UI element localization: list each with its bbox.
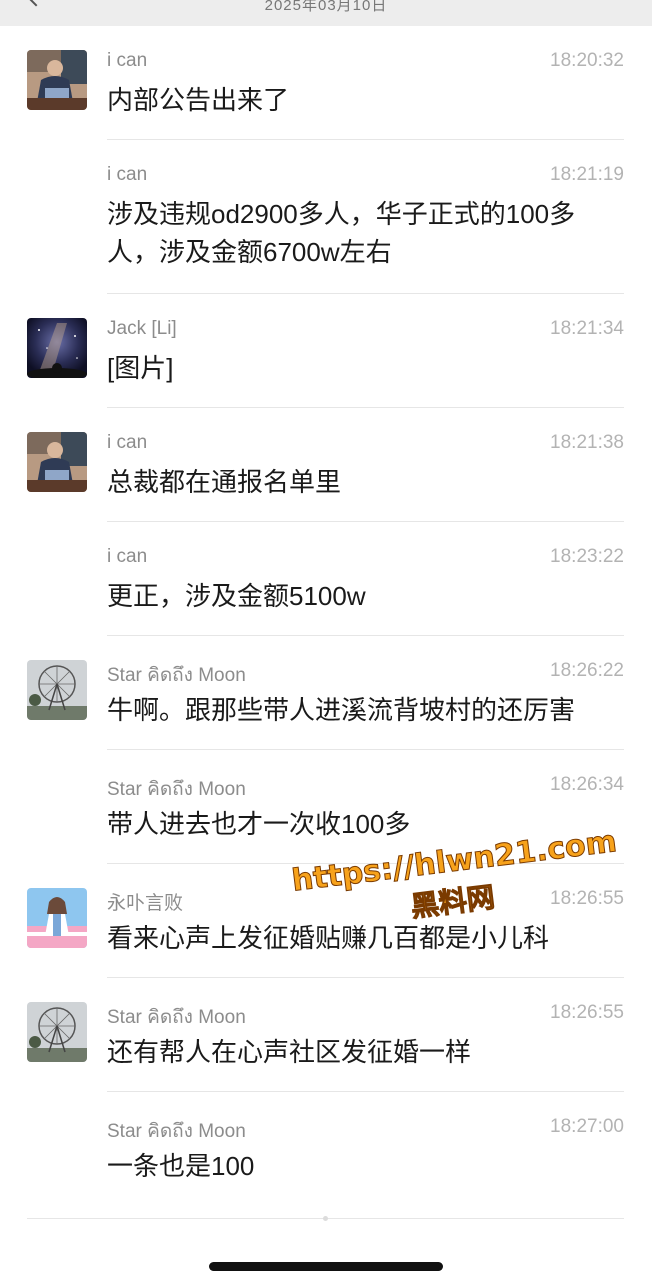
list-item[interactable]: Star คิดถึง Moon 18:26:55 还有帮人在心声社区发征婚一样	[0, 978, 652, 1092]
anime-girl-avatar-icon[interactable]	[27, 888, 87, 948]
date-header: 2025年03月10日	[264, 0, 388, 14]
list-item[interactable]: Star คิดถึง Moon 18:27:00 一条也是100	[0, 1092, 652, 1206]
message-text: 牛啊。跟那些带人进溪流背坡村的还厉害	[107, 695, 576, 725]
page-dot-icon	[323, 1216, 328, 1221]
sender-name: Star คิดถึง Moon	[107, 779, 246, 800]
sender-name: i can	[107, 432, 148, 453]
person-photo-avatar-icon[interactable]	[27, 432, 87, 492]
message-time: 18:26:34	[550, 774, 624, 795]
list-item[interactable]: i can 18:20:32 内部公告出来了	[0, 26, 652, 140]
message-text: 一条也是100	[107, 1151, 255, 1181]
night-sky-avatar-icon[interactable]	[27, 318, 87, 378]
sender-name: i can	[107, 164, 148, 185]
top-bar: 2025年03月10日	[0, 0, 652, 26]
message-text: 更正，涉及金额5100w	[107, 581, 366, 611]
sender-name: i can	[107, 546, 148, 567]
message-time: 18:21:38	[550, 432, 624, 453]
list-item[interactable]: i can 18:21:19 涉及违规od2900多人，华子正式的100多人，涉…	[0, 140, 652, 294]
sender-name: Jack [Li]	[107, 318, 177, 339]
sender-name: 永卟言败	[107, 893, 184, 914]
list-item[interactable]: Jack [Li] 18:21:34 [图片]	[0, 294, 652, 408]
list-item[interactable]: Star คิดถึง Moon 18:26:22 牛啊。跟那些带人进溪流背坡村…	[0, 636, 652, 750]
sender-name: Star คิดถึง Moon	[107, 665, 246, 686]
message-time: 18:26:55	[550, 1002, 624, 1023]
message-time: 18:21:19	[550, 164, 624, 185]
message-list: i can 18:20:32 内部公告出来了 i can 18:21:19 涉及…	[0, 26, 652, 1206]
message-text: 还有帮人在心声社区发征婚一样	[107, 1037, 472, 1067]
sender-name: Star คิดถึง Moon	[107, 1007, 246, 1028]
list-item[interactable]: i can 18:23:22 更正，涉及金额5100w	[0, 522, 652, 636]
person-photo-avatar-icon[interactable]	[27, 50, 87, 110]
sender-name: i can	[107, 50, 148, 71]
sender-name: Star คิดถึง Moon	[107, 1121, 246, 1142]
message-time: 18:21:34	[550, 318, 624, 339]
home-indicator[interactable]	[209, 1262, 443, 1271]
list-item[interactable]: i can 18:21:38 总裁都在通报名单里	[0, 408, 652, 522]
ferris-wheel-avatar-icon[interactable]	[27, 1002, 87, 1062]
message-time: 18:20:32	[550, 50, 624, 71]
message-text: 总裁都在通报名单里	[107, 467, 342, 497]
message-text[interactable]: [图片]	[107, 349, 624, 387]
message-time: 18:26:22	[550, 660, 624, 681]
message-time: 18:23:22	[550, 546, 624, 567]
message-text: 内部公告出来了	[107, 85, 290, 115]
message-text: 涉及违规od2900多人，华子正式的100多人，涉及金额6700w左右	[107, 199, 576, 267]
ferris-wheel-avatar-icon[interactable]	[27, 660, 87, 720]
message-time: 18:27:00	[550, 1116, 624, 1137]
